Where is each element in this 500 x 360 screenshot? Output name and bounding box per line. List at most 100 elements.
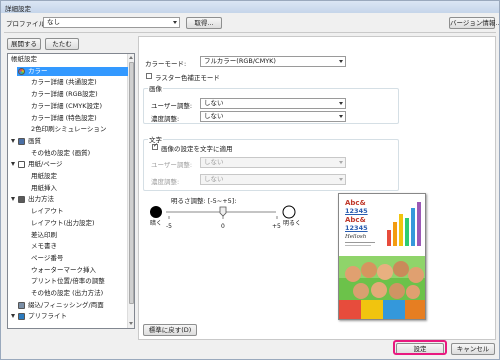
import-button[interactable]: 取得...: [186, 17, 222, 29]
tree-item[interactable]: 用紙設定: [8, 172, 128, 181]
apply-image-checkbox[interactable]: [152, 142, 158, 150]
tree-item[interactable]: その他の設定 (出力方法): [8, 289, 128, 298]
text-density-value: しない: [204, 175, 224, 183]
scrollbar-thumb[interactable]: [129, 62, 134, 304]
print-preview: Abc& 12345 Abc& 12345 Hellosh: [338, 193, 426, 320]
version-button[interactable]: バージョン情報...: [449, 17, 500, 29]
tree-item-label: 画質: [28, 136, 41, 145]
tree-item[interactable]: プリフライト: [8, 312, 128, 321]
tree-item-label: プリント位置/倍率の調整: [31, 277, 105, 286]
tree-item[interactable]: 用紙挿入: [8, 184, 128, 193]
profile-toolbar: プロファイル: なし 取得... バージョン情報...: [6, 16, 500, 30]
color-mode-select[interactable]: フルカラー(RGB/CMYK): [200, 56, 346, 67]
dark-circle-icon: [150, 206, 162, 218]
preview-text-1: Abc&: [345, 199, 366, 207]
scroll-down-icon[interactable]: [129, 322, 133, 325]
profile-select[interactable]: なし: [43, 17, 180, 28]
tree-item-label: カラー詳細 (共通設定): [31, 78, 97, 87]
tree-item[interactable]: その他の設定 (画質): [8, 149, 128, 158]
text-user-adjust-value: しない: [204, 158, 224, 166]
expander-icon[interactable]: [11, 68, 15, 73]
reset-defaults-button[interactable]: 標準に戻す(D): [143, 324, 197, 336]
expander-icon[interactable]: [11, 138, 15, 143]
tree-item-label: 用紙設定: [31, 172, 57, 180]
image-group-title: 画像: [148, 83, 163, 93]
image-quality-icon: [18, 137, 25, 145]
tree-item[interactable]: レイアウト: [8, 207, 128, 216]
color-settings-panel: カラーモード: フルカラー(RGB/CMYK) ラスター色補正モード 画像 ユー…: [138, 36, 496, 340]
tree-item[interactable]: プリント位置/倍率の調整: [8, 277, 128, 286]
slider-thumb[interactable]: [219, 206, 227, 217]
chevron-down-icon: [339, 102, 343, 105]
preview-photo: [339, 256, 425, 319]
color-mode-label: カラーモード:: [145, 60, 187, 68]
tree-item[interactable]: 差込印刷: [8, 231, 128, 240]
raster-label: ラスター色補正モード: [155, 74, 220, 82]
tree-item[interactable]: カラー詳細 (CMYK設定): [8, 102, 128, 111]
scroll-up-icon[interactable]: [129, 56, 133, 59]
expander-icon[interactable]: [11, 314, 15, 319]
tree-item-label: 差込印刷: [31, 230, 57, 239]
tree-item[interactable]: カラー: [11, 66, 128, 76]
profile-select-value: なし: [47, 18, 60, 26]
tree-item-label: 出力方法: [28, 195, 54, 204]
tree-item-label: レイアウト: [31, 207, 64, 216]
collapse-button[interactable]: たたむ: [45, 38, 79, 50]
title-bar: 詳細設定: [1, 1, 499, 13]
tree-item[interactable]: 綴込/フィニッシング/両面: [8, 301, 128, 310]
tree-item[interactable]: 用紙/ページ: [8, 160, 128, 169]
density-label: 濃度調整:: [151, 115, 180, 123]
user-adjust-label: ユーザー調整:: [151, 102, 193, 110]
toolbar-divider: [4, 32, 496, 33]
text-user-adjust-select[interactable]: しない: [200, 157, 346, 168]
tree-item[interactable]: 帳紙設定: [8, 55, 128, 64]
tree-scrollbar[interactable]: [127, 54, 134, 328]
user-adjust-value: しない: [204, 99, 224, 107]
preview-divider: [345, 242, 375, 243]
highlight-frame: [393, 340, 447, 355]
tree-item[interactable]: カラー詳細 (特色設定): [8, 114, 128, 123]
tree-item[interactable]: ウォーターマーク挿入: [8, 266, 128, 275]
color-mode-value: フルカラー(RGB/CMYK): [204, 57, 276, 65]
raster-checkbox[interactable]: [146, 73, 152, 79]
tree-item[interactable]: カラー詳細 (共通設定): [8, 78, 128, 87]
output-icon: [18, 196, 25, 204]
apply-image-label: 画像の設定を文字に適用: [161, 145, 233, 153]
expander-icon[interactable]: [11, 197, 15, 202]
tree-item[interactable]: ページ番号: [8, 254, 128, 263]
tree-item[interactable]: レイアウト(出力設定): [8, 219, 128, 228]
cancel-button[interactable]: キャンセル: [451, 343, 495, 355]
text-user-adjust-label: ユーザー調整:: [151, 161, 193, 169]
tree-item-label: 綴込/フィニッシング/両面: [28, 300, 104, 309]
text-density-select[interactable]: しない: [200, 174, 346, 185]
paper-icon: [18, 161, 25, 169]
tree-item-label: レイアウト(出力設定): [31, 218, 95, 227]
expander-icon[interactable]: [11, 162, 15, 167]
density-select[interactable]: しない: [200, 111, 346, 122]
chevron-down-icon: [339, 178, 343, 181]
tree-item[interactable]: メモ書き: [8, 242, 128, 251]
preview-text-4: 12345: [345, 224, 368, 232]
tree-item-label: カラー詳細 (CMYK設定): [31, 101, 103, 110]
tree-item[interactable]: 出力方法: [8, 195, 128, 204]
tree-item[interactable]: 画質: [8, 137, 128, 146]
color-icon: [18, 67, 25, 75]
tree-item-label: カラー: [28, 66, 48, 75]
brightness-max-label: +5: [272, 223, 281, 230]
density-value: しない: [204, 112, 224, 120]
settings-tree[interactable]: 帳紙設定カラーカラー詳細 (共通設定) カラー詳細 (RGB設定) カラー詳細 (C…: [7, 53, 135, 329]
preview-text-3: Abc&: [345, 216, 366, 224]
user-adjust-select[interactable]: しない: [200, 98, 346, 109]
tree-item-label: ページ番号: [31, 253, 64, 262]
tree-item-label: カラー詳細 (RGB設定): [31, 90, 98, 99]
expand-button[interactable]: 展開する: [7, 38, 41, 50]
detail-settings-window: 詳細設定 プロファイル: なし 取得... バージョン情報... 展開する たた…: [0, 0, 500, 360]
tree-item-label: ウォーターマーク挿入: [31, 265, 96, 274]
tree-item-label: 帳紙設定: [11, 55, 37, 63]
tree-item[interactable]: 2色印刷シミュレーション: [8, 125, 128, 134]
window-title: 詳細設定: [5, 5, 31, 13]
tree-item[interactable]: カラー詳細 (RGB設定): [8, 90, 128, 99]
brightness-zero-label: 0: [221, 223, 225, 230]
brightness-min-label: -5: [166, 223, 172, 230]
chevron-down-icon: [173, 21, 177, 24]
